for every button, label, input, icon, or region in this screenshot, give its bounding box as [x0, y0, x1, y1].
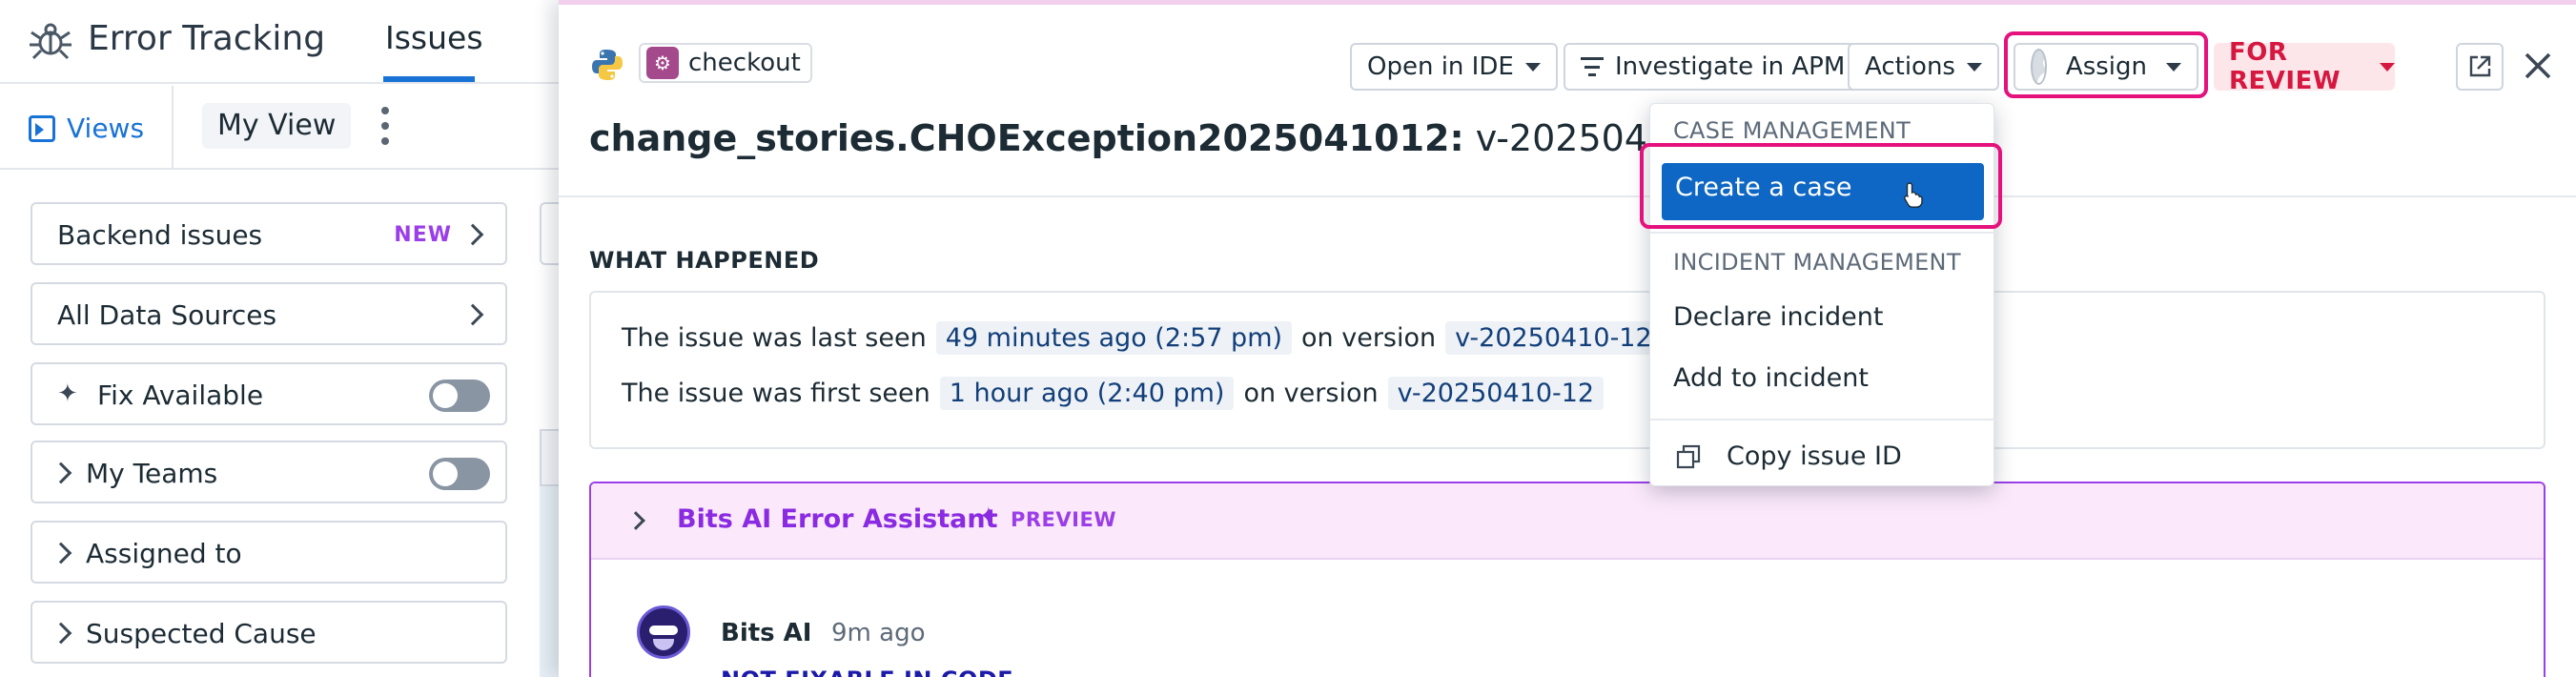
filter-label: Suspected Cause: [86, 618, 317, 649]
bits-ai-assistant-card: Bits AI Error Assistant ✦ PREVIEW Bits A…: [589, 482, 2545, 677]
divider: [1650, 232, 1995, 234]
service-gear-icon: ⚙: [646, 47, 679, 79]
views-bar: Views My View: [0, 86, 572, 170]
incident-management-header: INCIDENT MANAGEMENT: [1673, 249, 1961, 276]
open-in-ide-button[interactable]: Open in IDE: [1350, 43, 1558, 91]
first-seen-time: 1 hour ago (2:40 pm): [939, 377, 1235, 410]
python-icon: [592, 50, 623, 80]
last-seen-version: v-20250410-12: [1445, 321, 1662, 355]
first-seen-version: v-20250410-12: [1387, 377, 1605, 410]
filter-backend-issues[interactable]: Backend issues NEW: [31, 202, 507, 265]
fix-available-toggle[interactable]: [429, 380, 490, 412]
sidebar-toggle-icon: [29, 114, 55, 142]
tab-active-indicator: [383, 76, 475, 82]
what-happened-box: The issue was last seen 49 minutes ago (…: [589, 291, 2545, 449]
divider: [1650, 419, 1995, 421]
tab-issues[interactable]: Issues: [385, 19, 483, 56]
panel-header: ⚙ checkout Open in IDE Investigate in AP…: [559, 5, 2576, 197]
what-happened-heading: WHAT HAPPENED: [589, 247, 820, 274]
current-view-selector[interactable]: My View: [202, 103, 352, 149]
last-seen-mid: on version: [1301, 323, 1437, 353]
assign-highlight: [2004, 31, 2208, 98]
filter-lines-icon: [1581, 57, 1604, 76]
chevron-right-icon: [461, 223, 484, 246]
views-button[interactable]: Views: [29, 113, 144, 144]
chevron-right-icon: [50, 622, 72, 645]
issue-title-error-type: change_stories.CHOException2025041012:: [589, 117, 1464, 159]
filter-all-data-sources[interactable]: All Data Sources: [31, 282, 507, 345]
filter-label: Backend issues: [57, 219, 263, 251]
chevron-right-icon: [50, 542, 72, 564]
copy-issue-id-item[interactable]: Copy issue ID: [1727, 441, 1902, 471]
copy-icon: [1676, 444, 1701, 469]
app-title: Error Tracking: [88, 19, 326, 58]
declare-incident-item[interactable]: Declare incident: [1673, 302, 1883, 332]
filter-label: All Data Sources: [57, 299, 277, 331]
close-icon[interactable]: [2519, 47, 2557, 85]
chevron-right-icon: [50, 462, 72, 484]
last-seen-row: The issue was last seen 49 minutes ago (…: [622, 321, 1662, 355]
app-topbar: Error Tracking Issues: [0, 0, 572, 84]
caret-down-icon: [2380, 62, 2395, 72]
my-teams-toggle[interactable]: [429, 458, 490, 490]
new-badge: NEW: [394, 223, 452, 247]
status-label: FOR REVIEW: [2229, 38, 2341, 95]
add-to-incident-item[interactable]: Add to incident: [1673, 363, 1869, 393]
filter-label: Fix Available: [97, 380, 264, 411]
filter-suspected-cause[interactable]: Suspected Cause: [31, 601, 507, 664]
service-chip[interactable]: ⚙ checkout: [639, 43, 812, 83]
bits-ai-author: Bits AI: [721, 619, 812, 647]
first-seen-row: The issue was first seen 1 hour ago (2:4…: [622, 377, 1605, 410]
open-in-ide-label: Open in IDE: [1367, 52, 1514, 81]
views-label: Views: [67, 113, 145, 144]
first-seen-mid: on version: [1243, 379, 1379, 408]
hand-cursor-icon: [1904, 182, 1923, 208]
chevron-right-icon: [626, 511, 645, 530]
case-management-header: CASE MANAGEMENT: [1673, 117, 1912, 144]
last-seen-prefix: The issue was last seen: [622, 323, 927, 353]
status-dropdown[interactable]: FOR REVIEW: [2214, 38, 2395, 95]
more-options-icon[interactable]: [379, 107, 391, 145]
investigate-in-apm-button[interactable]: Investigate in APM: [1564, 43, 1863, 91]
bits-ai-title: Bits AI Error Assistant: [677, 504, 998, 534]
bits-ai-timestamp: 9m ago: [831, 619, 926, 647]
last-seen-time: 49 minutes ago (2:57 pm): [935, 321, 1293, 355]
actions-label: Actions: [1865, 52, 1955, 81]
caret-down-icon: [1966, 62, 1982, 72]
caret-down-icon: [1524, 62, 1541, 72]
divider: [172, 86, 174, 170]
filter-assigned-to[interactable]: Assigned to: [31, 521, 507, 584]
first-seen-prefix: The issue was first seen: [622, 379, 930, 408]
service-name: checkout: [688, 49, 801, 77]
screen: Error Tracking Issues Views My View Back…: [0, 0, 2576, 677]
open-in-new-tab-button[interactable]: [2456, 43, 2504, 91]
bug-icon: [30, 23, 72, 60]
chevron-right-icon: [461, 303, 484, 326]
investigate-label: Investigate in APM: [1615, 52, 1846, 81]
filter-fix-available: ✦ Fix Available: [31, 362, 507, 425]
bits-ai-header[interactable]: Bits AI Error Assistant ✦ PREVIEW: [591, 483, 2544, 560]
filter-label: My Teams: [86, 458, 218, 489]
filter-label: Assigned to: [86, 538, 242, 569]
preview-badge: PREVIEW: [1011, 508, 1116, 531]
external-link-icon: [2469, 55, 2491, 77]
actions-button[interactable]: Actions: [1848, 43, 1999, 91]
create-case-highlight: [1640, 143, 2002, 229]
issue-detail-panel: ⚙ checkout Open in IDE Investigate in AP…: [559, 0, 2576, 677]
filter-my-teams[interactable]: My Teams: [31, 441, 507, 503]
sparkle-icon: ✦: [57, 380, 78, 408]
bits-ai-status: NOT FIXABLE IN CODE: [721, 667, 1013, 677]
bits-ai-avatar: [637, 605, 690, 659]
sparkle-icon: ✦: [978, 503, 999, 531]
